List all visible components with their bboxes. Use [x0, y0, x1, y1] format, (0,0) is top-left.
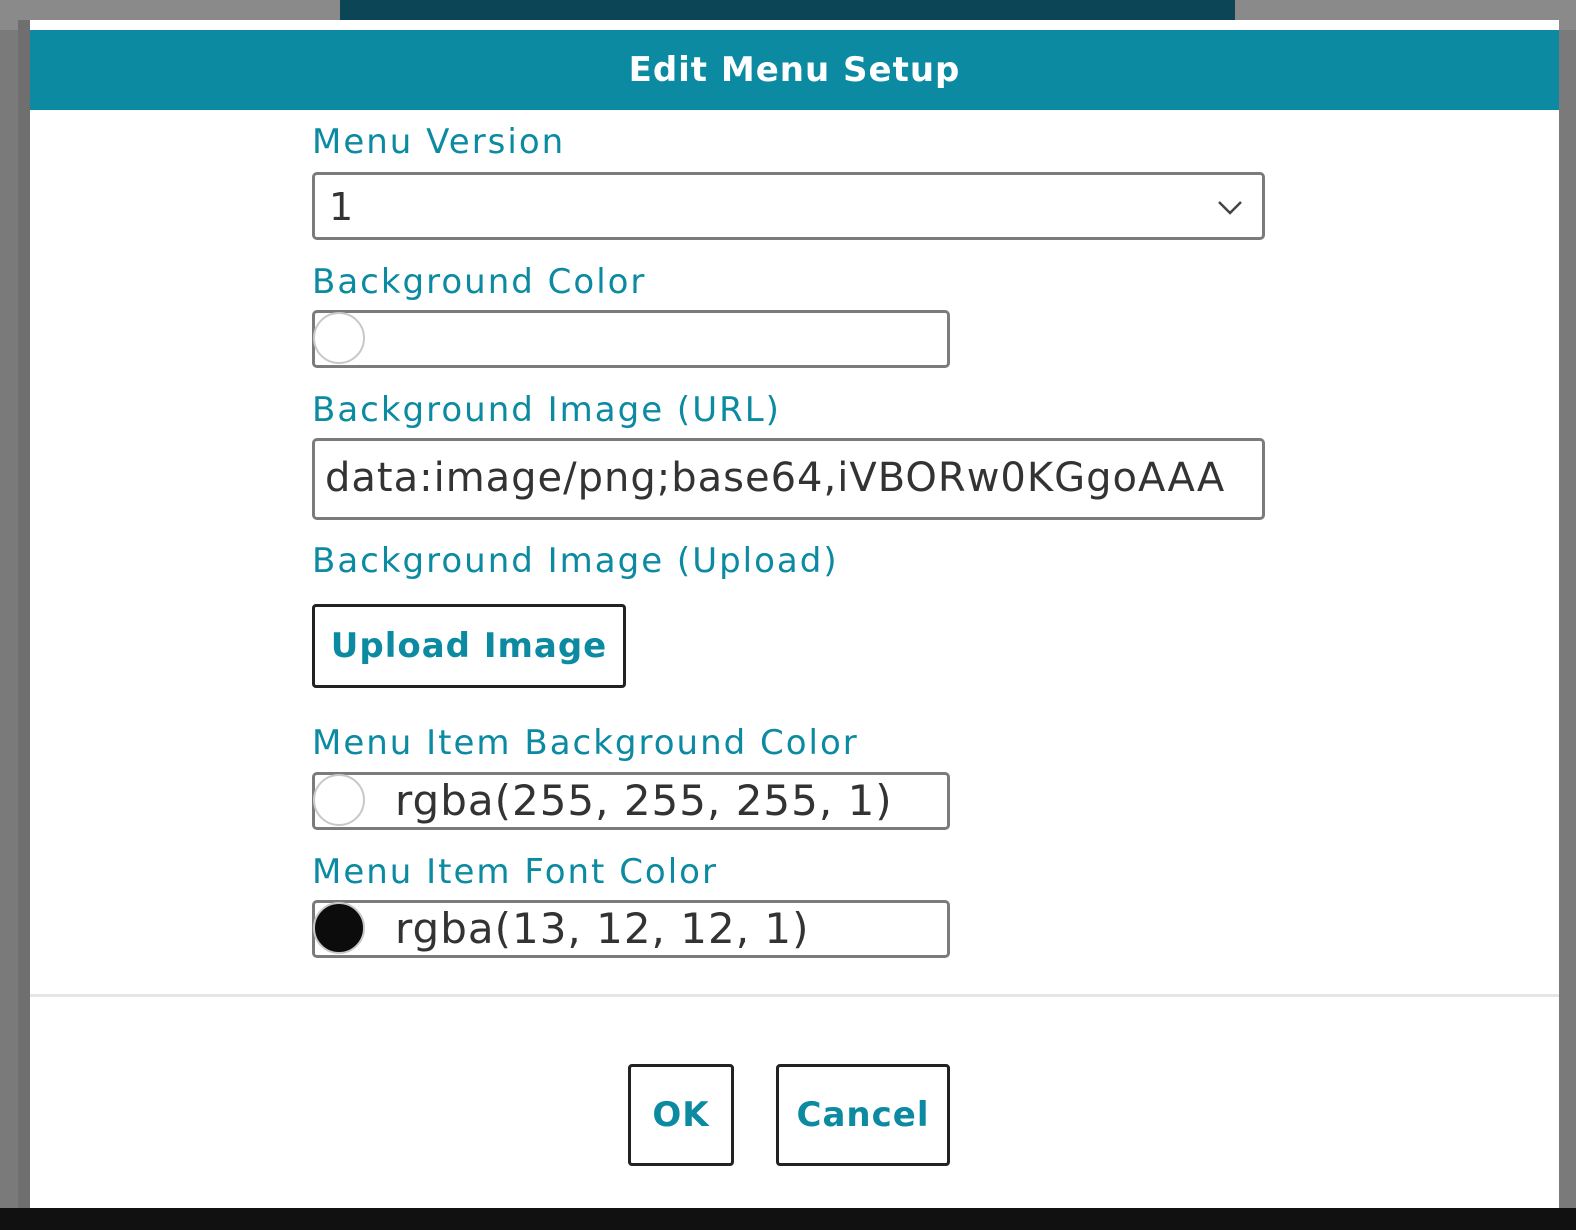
- chevron-down-icon: [1218, 201, 1242, 215]
- background-image-upload-label: Background Image (Upload): [312, 541, 839, 581]
- dialog-title: Edit Menu Setup: [628, 50, 961, 90]
- ok-button[interactable]: OK: [628, 1064, 734, 1166]
- menu-version-select[interactable]: 1: [312, 172, 1265, 240]
- background-color-picker[interactable]: [312, 310, 950, 368]
- background-color-swatch[interactable]: [313, 312, 365, 364]
- menu-version-label: Menu Version: [312, 122, 566, 162]
- menu-item-font-color-picker[interactable]: rgba(13, 12, 12, 1): [312, 900, 950, 958]
- footer-divider: [30, 994, 1559, 997]
- menu-item-background-color-swatch[interactable]: [313, 774, 365, 826]
- menu-item-font-color-swatch[interactable]: [313, 902, 365, 954]
- menu-item-font-color-label: Menu Item Font Color: [312, 852, 718, 892]
- background-image-url-value: data:image/png;base64,iVBORw0KGgoAAA: [325, 455, 1226, 501]
- cancel-button[interactable]: Cancel: [776, 1064, 950, 1166]
- menu-item-background-color-value: rgba(255, 255, 255, 1): [395, 776, 893, 825]
- menu-item-background-color-label: Menu Item Background Color: [312, 723, 859, 763]
- dialog-header: Edit Menu Setup: [30, 30, 1559, 110]
- background-color-label: Background Color: [312, 262, 647, 302]
- background-image-url-input[interactable]: data:image/png;base64,iVBORw0KGgoAAA: [312, 438, 1265, 520]
- upload-image-button[interactable]: Upload Image: [312, 604, 626, 688]
- background-image-url-label: Background Image (URL): [312, 390, 781, 430]
- menu-item-font-color-value: rgba(13, 12, 12, 1): [395, 904, 810, 953]
- edit-menu-setup-dialog: Edit Menu Setup Menu Version 1 Backgroun…: [18, 20, 1559, 1208]
- background-bottom: [0, 1208, 1576, 1230]
- menu-item-background-color-picker[interactable]: rgba(255, 255, 255, 1): [312, 772, 950, 830]
- menu-version-value: 1: [329, 185, 354, 229]
